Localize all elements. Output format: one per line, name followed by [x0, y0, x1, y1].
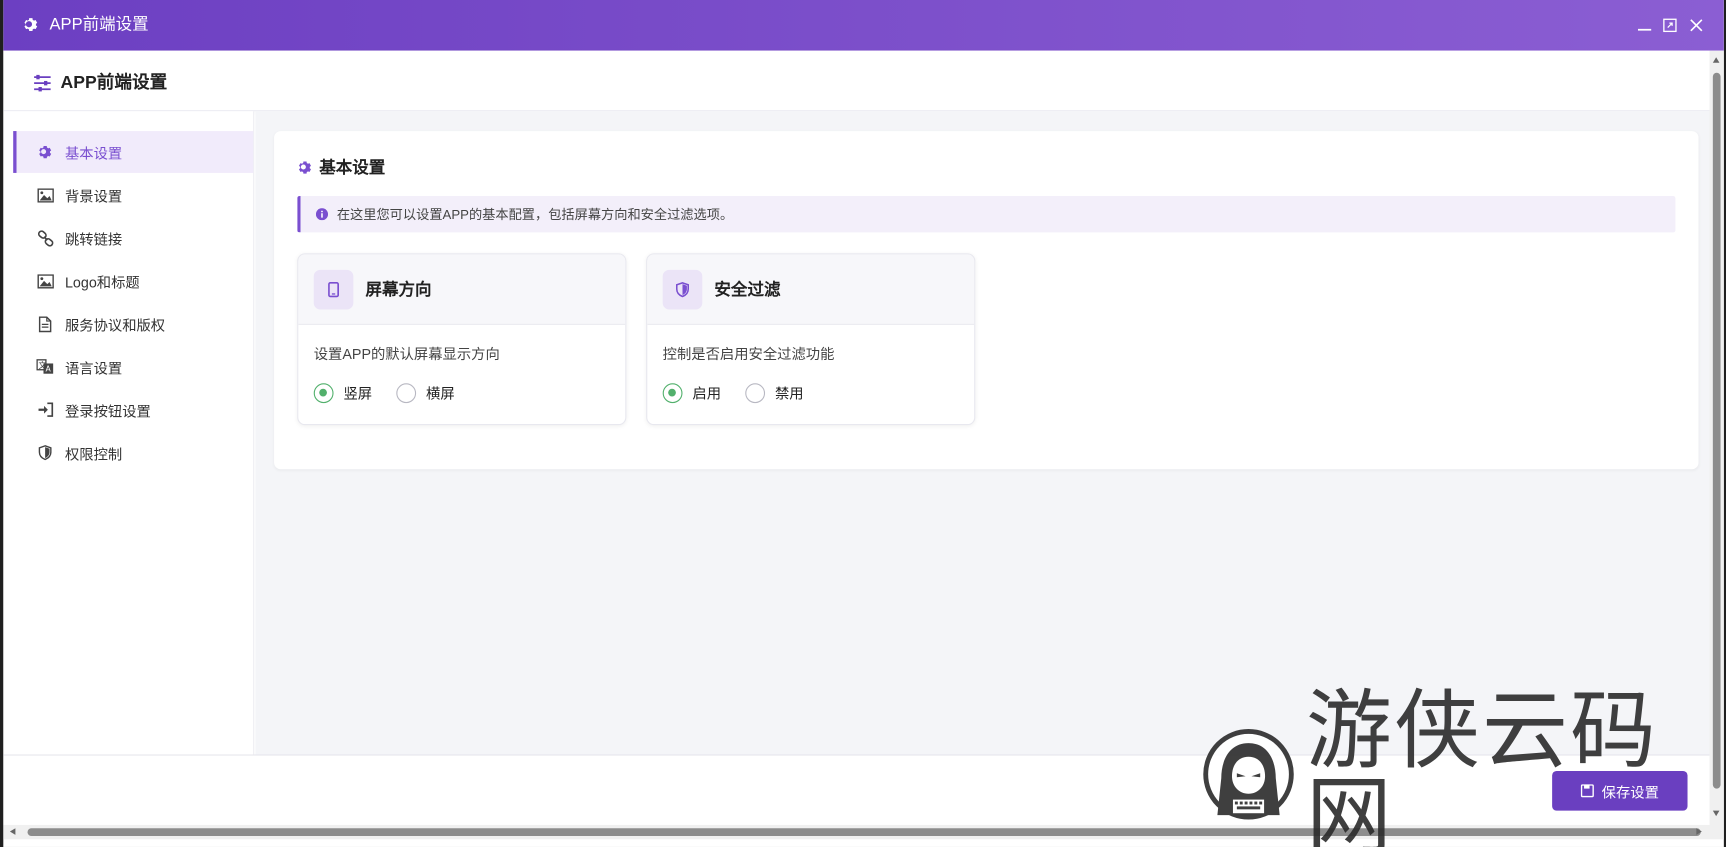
sidebar-item-permissions[interactable]: 权限控制	[13, 432, 253, 474]
card-header: 屏幕方向	[298, 254, 626, 325]
watermark-text: 游侠云码网	[1305, 681, 1659, 847]
sidebar-item-label: 权限控制	[64, 445, 123, 463]
radio-label: 横屏	[426, 385, 455, 403]
sidebar-item-links[interactable]: 跳转链接	[13, 217, 253, 259]
card-description: 控制是否启用安全过滤功能	[662, 345, 835, 363]
gear-icon	[24, 18, 38, 32]
radio-landscape[interactable]: 横屏	[396, 382, 455, 403]
radio-indicator[interactable]	[313, 382, 334, 403]
page-header: APP前端设置	[3, 50, 1710, 112]
radio-indicator[interactable]	[396, 382, 417, 403]
maximize-button[interactable]	[1660, 15, 1680, 35]
sidebar-item-login-button[interactable]: 登录按钮设置	[13, 389, 253, 431]
info-banner: 在这里您可以设置APP的基本配置，包括屏幕方向和安全过滤选项。	[297, 196, 1676, 233]
minimize-button[interactable]	[1635, 15, 1655, 35]
sidebar-item-background[interactable]: 背景设置	[13, 174, 253, 216]
watermark: 游侠云码网	[1200, 688, 1695, 847]
scroll-right-arrow-icon[interactable]	[1696, 828, 1702, 835]
radio-label: 禁用	[774, 385, 804, 403]
scroll-down-arrow-icon[interactable]	[1712, 810, 1720, 817]
info-text: 在这里您可以设置APP的基本配置，包括屏幕方向和安全过滤选项。	[336, 207, 734, 223]
security-filter-card: 安全过滤 控制是否启用安全过滤功能 启用 禁用	[646, 253, 976, 426]
app-window: APP前端设置 APP前端设置 基本设置 背景设置 跳转链接 Logo和标题 服…	[3, 0, 1724, 847]
sliders-icon	[34, 74, 51, 92]
maximize-icon	[1663, 18, 1677, 33]
sign-in-icon	[37, 402, 53, 417]
card-header: 安全过滤	[647, 254, 975, 325]
close-button[interactable]	[1686, 15, 1706, 35]
radio-indicator[interactable]	[662, 382, 683, 403]
shield-icon	[38, 445, 52, 461]
card-icon-box	[662, 269, 703, 309]
image-icon	[36, 273, 54, 288]
link-icon	[37, 229, 53, 247]
info-icon	[315, 208, 329, 221]
sidebar-item-language[interactable]: 文A 语言设置	[13, 346, 253, 388]
scroll-up-arrow-icon[interactable]	[1712, 57, 1720, 63]
vertical-scrollbar-thumb[interactable]	[1712, 72, 1721, 789]
mobile-icon	[328, 281, 339, 297]
radio-label: 竖屏	[343, 385, 373, 403]
sidebar-item-logo[interactable]: Logo和标题	[13, 260, 253, 302]
card-title: 安全过滤	[714, 280, 781, 300]
vertical-scrollbar[interactable]	[1709, 50, 1724, 825]
card-icon-box	[313, 269, 354, 309]
image-icon	[36, 187, 54, 203]
card-title: 屏幕方向	[365, 280, 432, 300]
close-icon	[1690, 19, 1703, 32]
document-icon	[38, 315, 52, 332]
sidebar-item-basic[interactable]: 基本设置	[13, 131, 254, 173]
title-bar: APP前端设置	[3, 0, 1724, 51]
radio-portrait[interactable]: 竖屏	[313, 382, 373, 403]
radio-disable[interactable]: 禁用	[745, 382, 804, 403]
gear-icon	[298, 160, 311, 174]
page-title: APP前端设置	[60, 73, 168, 93]
section-title: 基本设置	[297, 155, 385, 178]
radio-label: 启用	[692, 385, 722, 403]
main-content: 基本设置 在这里您可以设置APP的基本配置，包括屏幕方向和安全过滤选项。 屏幕方…	[255, 111, 1710, 755]
scroll-left-arrow-icon[interactable]	[9, 828, 16, 835]
card-description: 设置APP的默认屏幕显示方向	[313, 345, 500, 363]
sidebar-item-label: 语言设置	[64, 359, 123, 377]
language-icon: 文A	[36, 359, 54, 374]
gear-icon	[39, 146, 52, 159]
section-title-text: 基本设置	[319, 158, 386, 178]
radio-indicator[interactable]	[745, 382, 766, 403]
window-title: APP前端设置	[49, 15, 149, 35]
svg-text:A: A	[45, 365, 51, 374]
sidebar-item-terms[interactable]: 服务协议和版权	[13, 303, 253, 345]
sidebar-item-label: 背景设置	[64, 187, 123, 205]
hooded-hacker-logo-icon	[1203, 729, 1294, 820]
screen-orientation-card: 屏幕方向 设置APP的默认屏幕显示方向 竖屏 横屏	[297, 253, 627, 426]
sidebar-item-label: 登录按钮设置	[64, 402, 151, 420]
sidebar: 基本设置 背景设置 跳转链接 Logo和标题 服务协议和版权 文A 语言设置 登…	[3, 111, 255, 755]
radio-enable[interactable]: 启用	[662, 382, 722, 403]
sidebar-item-label: 服务协议和版权	[64, 316, 166, 334]
settings-card: 基本设置 在这里您可以设置APP的基本配置，包括屏幕方向和安全过滤选项。 屏幕方…	[274, 131, 1699, 470]
sidebar-item-label: Logo和标题	[64, 273, 140, 291]
minimize-icon	[1637, 28, 1652, 31]
shield-icon	[676, 281, 689, 297]
sidebar-item-label: 跳转链接	[64, 230, 123, 248]
sidebar-item-label: 基本设置	[64, 144, 123, 162]
